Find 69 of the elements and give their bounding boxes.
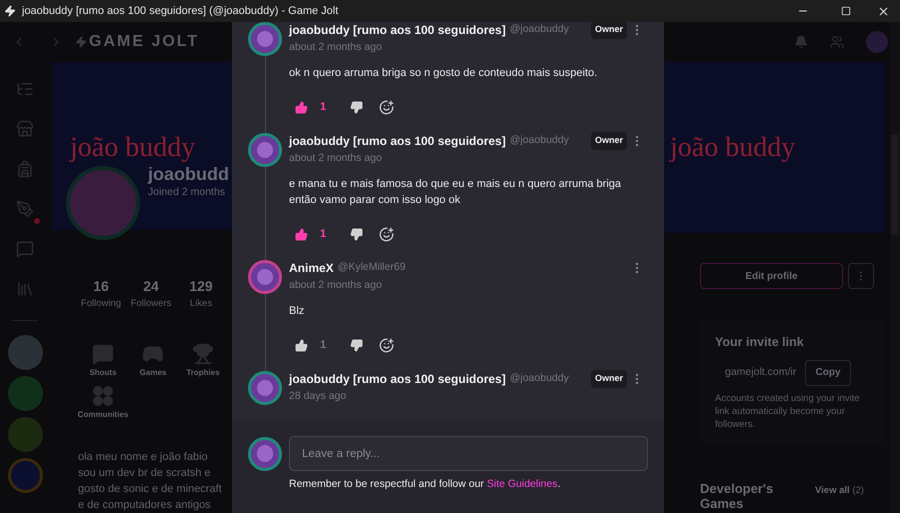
chat-icon bbox=[92, 343, 114, 365]
invite-title: Your invite link bbox=[715, 334, 805, 351]
window-title: joaobuddy [rumo aos 100 seguidores] (@joaobuddy) - Game Jolt bbox=[22, 4, 338, 19]
dots-icon bbox=[92, 385, 114, 407]
owner-badge: Owner bbox=[590, 22, 627, 39]
owner-badge: Owner bbox=[590, 370, 627, 388]
section-tab[interactable]: Shouts bbox=[78, 343, 128, 379]
close-icon[interactable] bbox=[877, 4, 890, 18]
section-tab[interactable]: Communities bbox=[78, 385, 128, 421]
thumbs-up-icon[interactable] bbox=[295, 338, 308, 352]
guidelines-note: Remember to be respectful and follow our Site Guidelines. bbox=[289, 477, 562, 492]
author-name[interactable]: joaobuddy [rumo aos 100 seguidores] bbox=[289, 132, 506, 150]
comment-time: 28 days ago bbox=[289, 389, 348, 404]
author-handle[interactable]: @joaobuddy bbox=[510, 371, 569, 387]
thumbs-down-icon[interactable] bbox=[350, 100, 363, 114]
site-guidelines-link[interactable]: Site Guidelines bbox=[486, 478, 558, 490]
joined-text: Joined 2 months bbox=[148, 185, 226, 200]
add-reaction-icon[interactable] bbox=[379, 338, 394, 352]
stat-value: 24 bbox=[143, 276, 159, 296]
thumbs-down-icon[interactable] bbox=[350, 228, 363, 240]
stat-label: Following bbox=[80, 296, 122, 311]
avatar[interactable] bbox=[248, 371, 282, 405]
invite-note: Accounts created using your invite link automatically become your followers. bbox=[715, 392, 861, 431]
avatar[interactable] bbox=[248, 436, 282, 470]
invite-link-field[interactable]: gamejolt.com/ir bbox=[715, 364, 805, 381]
thumbs-up-icon[interactable] bbox=[295, 228, 308, 240]
comment-text: e mana tu e mais famosa do que eu e mais eu n quero arruma briga então vamo parar com isso logo ok bbox=[289, 177, 622, 208]
logo[interactable]: GAME JOLT bbox=[89, 30, 200, 54]
bolt-icon bbox=[4, 5, 16, 17]
avatar[interactable] bbox=[248, 22, 282, 56]
stat-label: Likes bbox=[190, 296, 212, 311]
section-tab[interactable]: Trophies bbox=[178, 343, 228, 379]
stat-value: 16 bbox=[93, 276, 109, 296]
like-count: 1 bbox=[320, 100, 328, 115]
comment-time: about 2 months ago bbox=[289, 278, 383, 293]
games-title: Developer's Games bbox=[700, 480, 774, 511]
stat-value: 129 bbox=[189, 276, 213, 296]
add-reaction-icon[interactable] bbox=[379, 226, 394, 242]
stat-label: Followers bbox=[130, 296, 172, 311]
banner-text: joão buddy bbox=[70, 132, 196, 164]
owner-badge: Owner bbox=[590, 132, 627, 150]
maximize-icon[interactable] bbox=[841, 6, 851, 16]
comment-time: about 2 months ago bbox=[289, 40, 383, 55]
section-tab[interactable]: Games bbox=[128, 343, 178, 379]
edit-profile-button[interactable]: Edit profile bbox=[700, 263, 843, 289]
author-handle[interactable]: @joaobuddy bbox=[510, 22, 569, 38]
author-handle[interactable]: @joaobuddy bbox=[510, 133, 569, 149]
bio-text: ola meu nome e joão fabio sou um dev br de scratsh e gosto de sonic e de minecraft e de computadores antigos bbox=[78, 450, 223, 513]
logo-bolt-icon bbox=[75, 36, 87, 48]
avatar[interactable] bbox=[248, 260, 282, 294]
comment-text: ok n quero arruma briga so n gosto de conteudo mais suspeito. bbox=[289, 66, 598, 81]
trophy-icon bbox=[192, 343, 214, 365]
copy-button[interactable]: Copy bbox=[805, 360, 851, 386]
reply-field[interactable]: Leave a reply... bbox=[289, 436, 648, 471]
banner-text: joão buddy bbox=[670, 132, 796, 163]
thumbs-down-icon[interactable] bbox=[350, 338, 363, 352]
author-name[interactable]: AnimeX bbox=[289, 259, 334, 277]
author-name[interactable]: joaobuddy [rumo aos 100 seguidores] bbox=[289, 370, 506, 388]
avatar[interactable] bbox=[248, 133, 282, 167]
thumbs-up-icon[interactable] bbox=[295, 100, 308, 114]
author-name[interactable]: joaobuddy [rumo aos 100 seguidores] bbox=[289, 22, 506, 39]
add-reaction-icon[interactable] bbox=[379, 100, 394, 114]
view-all-link[interactable]: View all (2) bbox=[815, 484, 864, 498]
comment-time: about 2 months ago bbox=[289, 151, 383, 166]
like-count: 1 bbox=[320, 226, 328, 242]
author-handle[interactable]: @KyleMiller69 bbox=[338, 260, 406, 276]
like-count: 1 bbox=[320, 338, 328, 353]
comment-text: Blz bbox=[289, 304, 306, 319]
profile-name: joaobudd bbox=[148, 163, 229, 186]
